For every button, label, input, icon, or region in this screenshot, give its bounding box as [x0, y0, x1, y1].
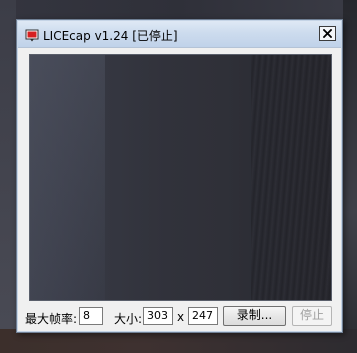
- max-fps-input[interactable]: 8: [79, 307, 103, 325]
- record-button[interactable]: 录制...: [223, 306, 286, 326]
- capture-area[interactable]: [29, 54, 332, 301]
- capture-controls: 最大帧率: 8 大小: 303 x 247 录制... 停止: [17, 306, 342, 328]
- licecap-window: LICEcap v1.24 [已停止] 最大帧率: 8 大小: 303 x 24…: [16, 19, 343, 333]
- title-bar[interactable]: LICEcap v1.24 [已停止]: [18, 21, 341, 48]
- window-title: LICEcap v1.24 [已停止]: [43, 29, 178, 43]
- stop-button[interactable]: 停止: [292, 306, 332, 326]
- desktop-background-left-strip: [0, 0, 16, 353]
- max-fps-label: 最大帧率:: [25, 312, 78, 326]
- licecap-app-icon: [25, 27, 39, 42]
- close-icon: [323, 29, 332, 38]
- times-label: x: [177, 310, 185, 324]
- width-input[interactable]: 303: [143, 307, 173, 325]
- height-input[interactable]: 247: [188, 307, 218, 325]
- size-label: 大小:: [114, 312, 143, 326]
- desktop-background-right-strip: [343, 0, 357, 353]
- close-button[interactable]: [319, 26, 336, 41]
